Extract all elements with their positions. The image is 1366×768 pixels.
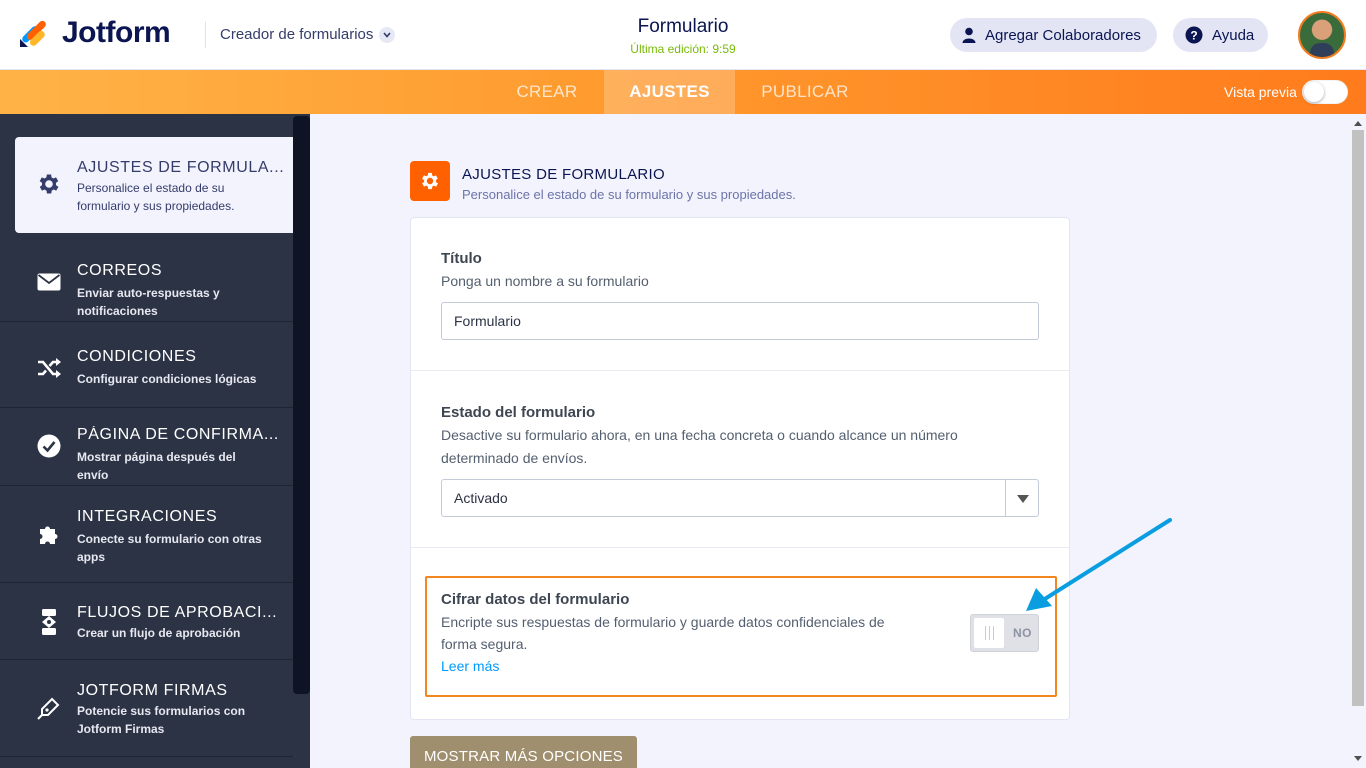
encrypt-field-desc: Encripte sus respuestas de formulario y …: [441, 614, 885, 652]
sidebar-item-approval-flows[interactable]: FLUJOS DE APROBACI... Crear un flujo de …: [0, 583, 293, 660]
sidebar-scrollbar-thumb[interactable]: [293, 116, 310, 694]
sidebar-item-integrations[interactable]: INTEGRACIONES Conecte su formulario con …: [0, 487, 293, 583]
sidebar-item-title: AJUSTES DE FORMULA...: [77, 159, 285, 176]
tab-settings[interactable]: AJUSTES: [604, 70, 735, 114]
section-subtitle: Personalice el estado de su formulario y…: [462, 187, 796, 202]
envelope-icon: [36, 269, 62, 295]
last-edit-time: Última edición: 9:59: [630, 42, 736, 56]
toggle-state-label: NO: [1013, 626, 1032, 640]
top-header: Jotform Creador de formularios Formulari…: [0, 0, 1366, 70]
user-avatar[interactable]: [1298, 11, 1346, 59]
header-divider: [205, 22, 206, 48]
sidebar-item-emails[interactable]: CORREOS Enviar auto-respuestas y notific…: [0, 245, 293, 322]
sidebar-item-title: CORREOS: [77, 262, 163, 279]
sidebar-item-desc: Mostrar página después del envío: [77, 450, 236, 482]
builder-label: Creador de formularios: [220, 26, 374, 43]
add-collaborators-button[interactable]: Agregar Colaboradores: [950, 18, 1157, 52]
check-circle-icon: [36, 433, 62, 459]
pen-icon: [36, 695, 62, 721]
sidebar-item-desc: Enviar auto-respuestas y notificaciones: [77, 286, 220, 318]
sidebar-item-title: PÁGINA DE CONFIRMA...: [77, 426, 279, 443]
sidebar-item-title: JOTFORM FIRMAS: [77, 682, 228, 699]
help-button[interactable]: ? Ayuda: [1173, 18, 1268, 52]
sidebar-item-desc: Personalice el estado de su formulario y…: [77, 181, 235, 213]
divider: [410, 547, 1070, 548]
chevron-down-icon: [379, 26, 396, 43]
gear-icon: [36, 171, 62, 197]
form-title[interactable]: Formulario: [583, 16, 783, 38]
title-input[interactable]: Formulario: [441, 302, 1039, 340]
status-field-desc: Desactive su formulario ahora, en una fe…: [441, 427, 958, 466]
sidebar-item-title: CONDICIONES: [77, 348, 197, 365]
sidebar-item-desc: Configurar condiciones lógicas: [77, 372, 257, 386]
jotform-logo[interactable]: Jotform: [18, 16, 171, 50]
tab-create[interactable]: CREAR: [505, 70, 589, 114]
help-label: Ayuda: [1212, 26, 1255, 44]
sidebar-item-thank-you-page[interactable]: PÁGINA DE CONFIRMA... Mostrar página des…: [0, 409, 293, 486]
flow-icon: [36, 609, 62, 635]
sidebar-item-jotform-sign[interactable]: JOTFORM FIRMAS Potencie sus formularios …: [0, 661, 293, 757]
sidebar-item-form-settings[interactable]: AJUSTES DE FORMULA... Personalice el est…: [15, 137, 293, 233]
preview-label: Vista previa: [1224, 84, 1297, 100]
annotation-arrow-icon: [1026, 518, 1172, 611]
content-scrollbar-thumb[interactable]: [1352, 130, 1364, 706]
sidebar-item-conditions[interactable]: CONDICIONES Configurar condiciones lógic…: [0, 331, 293, 408]
title-field-label: Título: [441, 250, 482, 267]
section-title: AJUSTES DE FORMULARIO: [462, 166, 665, 183]
logo-text: Jotform: [62, 16, 171, 49]
puzzle-icon: [36, 521, 62, 547]
toggle-knob: [974, 618, 1004, 648]
sidebar-item-title: FLUJOS DE APROBACI...: [77, 604, 278, 621]
gear-icon: [410, 161, 450, 201]
sidebar-item-desc: Conecte su formulario con otras apps: [77, 532, 262, 564]
user-icon: [962, 27, 976, 43]
read-more-link[interactable]: Leer más: [441, 658, 499, 674]
sidebar-item-desc: Potencie sus formularios con Jotform Fir…: [77, 704, 246, 736]
shuffle-icon: [36, 355, 62, 381]
preview-toggle-knob: [1304, 82, 1324, 102]
sidebar-item-title: INTEGRACIONES: [77, 508, 218, 525]
preview-toggle[interactable]: [1302, 80, 1348, 104]
title-field-desc: Ponga un nombre a su formulario: [441, 273, 649, 289]
builder-dropdown[interactable]: Creador de formularios: [220, 26, 396, 43]
question-icon: ?: [1185, 26, 1203, 44]
status-field-label: Estado del formulario: [441, 404, 596, 421]
show-more-options-button[interactable]: MOSTRAR MÁS OPCIONES: [410, 736, 637, 768]
sidebar-item-desc: Crear un flujo de aprobación: [77, 626, 241, 640]
builder-nav-bar: CREAR AJUSTES PUBLICAR: [0, 70, 1366, 114]
status-select[interactable]: Activado: [441, 479, 1039, 517]
tab-publish[interactable]: PUBLICAR: [750, 70, 860, 114]
svg-text:?: ?: [1190, 29, 1197, 43]
add-collaborators-label: Agregar Colaboradores: [985, 26, 1141, 44]
jotform-logo-icon: [18, 17, 50, 49]
divider: [410, 370, 1070, 371]
encrypt-field-label: Cifrar datos del formulario: [441, 591, 630, 608]
